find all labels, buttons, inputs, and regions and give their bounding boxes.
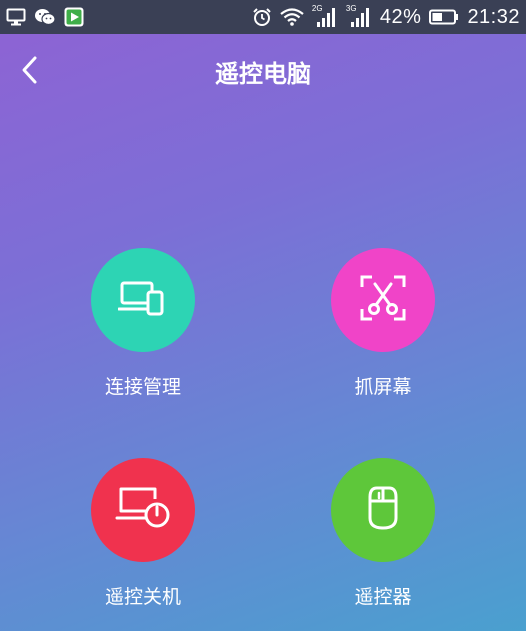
remote-shutdown-button[interactable]: 遥控关机	[53, 458, 233, 609]
remote-shutdown-circle[interactable]	[91, 458, 195, 562]
status-bar: 2G 3G 42% 21:32	[0, 0, 526, 34]
connection-management-button[interactable]: 连接管理	[53, 248, 233, 399]
header-bar: 遥控电脑	[0, 34, 526, 114]
scissors-capture-icon	[358, 273, 408, 327]
action-label: 抓屏幕	[354, 376, 412, 398]
network-type-label: 2G	[311, 4, 323, 13]
devices-icon	[117, 277, 168, 323]
screen-capture-circle[interactable]	[331, 248, 435, 352]
status-bar-left	[6, 7, 84, 27]
battery-percent: 42%	[379, 5, 422, 28]
remote-controller-button[interactable]: 遥控器	[293, 458, 473, 609]
play-app-icon	[64, 7, 84, 27]
wechat-icon	[34, 8, 56, 26]
action-label: 遥控器	[354, 586, 412, 608]
monitor-power-icon	[115, 485, 171, 535]
action-label: 连接管理	[104, 376, 181, 398]
action-label: 遥控关机	[104, 586, 181, 608]
connection-management-circle[interactable]	[91, 248, 195, 352]
signal-icon: 3G	[345, 4, 372, 28]
signal-icon: 2G	[311, 4, 338, 28]
clock: 21:32	[467, 5, 520, 28]
remote-pc-screen: 2G 3G 42% 21:32 遥控电脑 连接管理 抓屏幕 遥控关机 遥控器	[0, 0, 526, 631]
network-type-label: 3G	[345, 4, 357, 13]
wifi-icon	[280, 8, 304, 26]
mouse-icon	[366, 485, 400, 535]
alarm-icon	[252, 7, 272, 27]
status-bar-right: 2G 3G 42% 21:32	[252, 4, 520, 29]
page-title: 遥控电脑	[215, 60, 311, 88]
remote-controller-circle[interactable]	[331, 458, 435, 562]
battery-icon	[429, 9, 459, 25]
screen-capture-button[interactable]: 抓屏幕	[293, 248, 473, 399]
monitor-icon	[6, 8, 26, 26]
